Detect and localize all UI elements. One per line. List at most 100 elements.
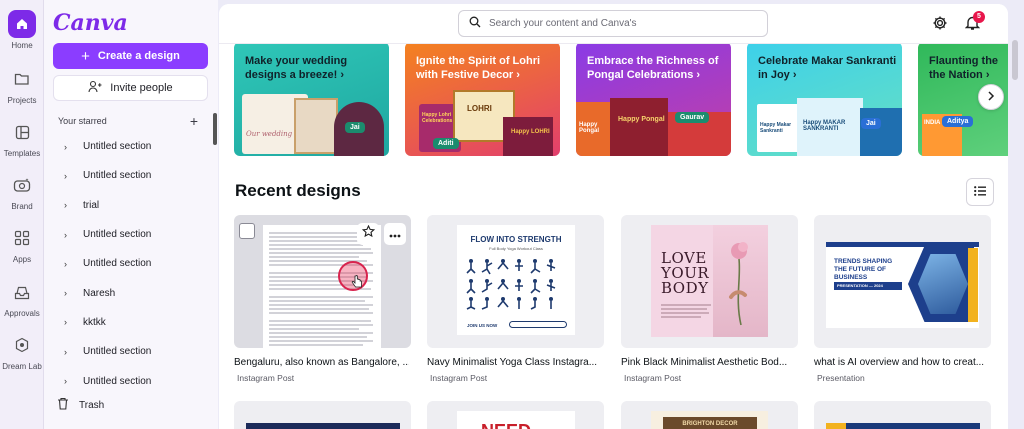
chevron-right-icon: › — [64, 258, 67, 269]
starred-section-item[interactable]: › Untitled section — [44, 161, 214, 190]
body-preview: LOVE YOUR BODY — [651, 225, 768, 337]
select-checkbox[interactable] — [239, 223, 255, 239]
preview-accent — [826, 423, 846, 429]
rail-item-dream-lab[interactable]: Dream Lab — [0, 331, 44, 381]
section-label: Untitled section — [83, 170, 152, 182]
top-bar: 5 — [219, 4, 1008, 44]
banner-user-tag: Aditya — [942, 116, 974, 127]
add-user-icon — [88, 80, 102, 96]
page-scrollbar[interactable] — [1012, 40, 1018, 80]
trash-link[interactable]: Trash — [57, 397, 104, 413]
banner-title: Celebrate Makar Sankranti in Joy › — [758, 55, 897, 81]
starred-section-item[interactable]: › Untitled section — [44, 132, 214, 161]
design-thumbnail[interactable] — [814, 401, 991, 429]
notification-badge: 5 — [973, 11, 985, 23]
design-thumbnail[interactable] — [234, 401, 411, 429]
design-card[interactable]: LOVE YOUR BODY Pink Black Minimalist Aes… — [621, 215, 798, 383]
banner-art-text: INDIA — [924, 120, 941, 126]
design-card[interactable]: Bengaluru, also known as Bangalore, ... … — [234, 215, 411, 383]
starred-section-item[interactable]: › trial — [44, 191, 214, 220]
design-thumbnail[interactable] — [234, 215, 411, 348]
design-thumbnail[interactable]: NEED — [427, 401, 604, 429]
add-starred-icon[interactable]: + — [190, 113, 198, 129]
search-box[interactable] — [458, 10, 768, 37]
banner-title: Ignite the Spirit of Lohri with Festive … — [416, 55, 541, 81]
design-name[interactable]: Bengaluru, also known as Bangalore, ... — [234, 357, 409, 368]
rail-item-apps[interactable]: Apps — [0, 224, 44, 274]
banner-user-tag: Aditi — [433, 138, 459, 149]
preview-subtitle: PRESENTATION — 2024 — [834, 282, 902, 290]
banner-card-art — [294, 98, 338, 154]
banner-art-text: Happy Makar Sankranti — [760, 122, 792, 134]
banner-card-art: Happy Makar Sankranti — [757, 104, 801, 152]
banner-user-tag: Gaurav — [675, 112, 710, 123]
starred-section-item[interactable]: › Untitled section — [44, 220, 214, 249]
invite-people-label: Invite people — [110, 82, 173, 94]
banner-art-text: Happy LOHRI — [511, 129, 550, 135]
design-name[interactable]: what is AI overview and how to creat... — [814, 357, 989, 368]
design-type: Instagram Post — [237, 373, 295, 383]
hand-pointer-icon — [351, 275, 363, 294]
chevron-right-icon: › — [64, 317, 67, 328]
section-label: trial — [83, 199, 100, 211]
preview-title: BRIGHTON DECOR — [663, 417, 757, 429]
section-label: Untitled section — [83, 258, 152, 270]
design-thumbnail[interactable]: LOVE YOUR BODY — [621, 215, 798, 348]
design-name[interactable]: Pink Black Minimalist Aesthetic Bod... — [621, 357, 796, 368]
carousel-next-button[interactable] — [978, 84, 1004, 110]
create-design-button[interactable]: + Create a design — [53, 43, 208, 69]
rail-item-home[interactable]: Home — [0, 10, 44, 60]
notifications-button[interactable]: 5 — [964, 11, 985, 36]
section-label: kktkk — [83, 316, 106, 328]
settings-button[interactable] — [932, 15, 948, 36]
trash-label: Trash — [79, 399, 105, 411]
starred-section-item[interactable]: › kktkk — [44, 308, 214, 337]
starred-section-item[interactable]: › Untitled section — [44, 366, 214, 395]
rail-label-apps: Apps — [12, 255, 32, 264]
more-options-button[interactable] — [384, 223, 406, 245]
rail-item-brand[interactable]: Brand — [0, 171, 44, 221]
plus-icon: + — [81, 47, 90, 65]
rail-item-projects[interactable]: Projects — [0, 65, 44, 115]
invite-people-button[interactable]: Invite people — [53, 75, 208, 101]
design-card[interactable]: TRENDS SHAPING THE FUTURE OF BUSINESS PR… — [814, 215, 991, 383]
design-type: Presentation — [817, 373, 865, 383]
search-input[interactable] — [489, 18, 749, 29]
section-label: Untitled section — [83, 346, 152, 358]
starred-section-item[interactable]: › Untitled section — [44, 337, 214, 366]
dream-lab-icon — [8, 331, 36, 359]
design-card[interactable]: FLOW INTO STRENGTH Full Body Yoga Workou… — [427, 215, 604, 383]
chevron-right-icon: › — [64, 288, 67, 299]
gear-icon — [932, 16, 948, 35]
banner-card-art — [860, 108, 902, 156]
recent-designs-heading: Recent designs — [235, 181, 361, 200]
design-thumbnail[interactable]: FLOW INTO STRENGTH Full Body Yoga Workou… — [427, 215, 604, 348]
promo-banner-makar[interactable]: Celebrate Makar Sankranti in Joy › Happy… — [747, 42, 902, 156]
promo-banner-wedding[interactable]: Make your wedding designs a breeze! › Ou… — [234, 42, 389, 156]
design-name[interactable]: Navy Minimalist Yoga Class Instagra... — [427, 357, 602, 368]
promo-banner-pongal[interactable]: Embrace the Richness of Pongal Celebrati… — [576, 42, 731, 156]
promo-banner-lohri[interactable]: Ignite the Spirit of Lohri with Festive … — [405, 42, 560, 156]
star-button[interactable] — [357, 223, 379, 245]
section-label: Untitled section — [83, 141, 152, 153]
canva-logo[interactable]: Canva — [53, 10, 128, 36]
sidebar-scrollbar[interactable] — [213, 113, 217, 145]
design-thumbnail[interactable]: BRIGHTON DECOR — [621, 401, 798, 429]
templates-icon — [8, 118, 36, 146]
chevron-right-icon: › — [64, 376, 67, 387]
design-thumbnail[interactable]: TRENDS SHAPING THE FUTURE OF BUSINESS PR… — [814, 215, 991, 348]
brand-icon — [8, 171, 36, 199]
banner-user-tag: Jai — [861, 118, 881, 129]
starred-section-item[interactable]: › Untitled section — [44, 249, 214, 278]
preview-title: NEED — [481, 421, 531, 429]
starred-label: Your starred — [58, 116, 107, 126]
rail-item-approvals[interactable]: Approvals — [0, 278, 44, 328]
preview-strip — [246, 423, 400, 429]
list-view-button[interactable] — [966, 178, 994, 206]
starred-section-item[interactable]: › Naresh — [44, 278, 214, 307]
search-icon — [469, 15, 481, 33]
rail-item-templates[interactable]: Templates — [0, 118, 44, 168]
chevron-right-icon: › — [64, 200, 67, 211]
preview-title: TRENDS SHAPING THE FUTURE OF BUSINESS — [834, 258, 893, 281]
preview-strip — [826, 423, 980, 429]
